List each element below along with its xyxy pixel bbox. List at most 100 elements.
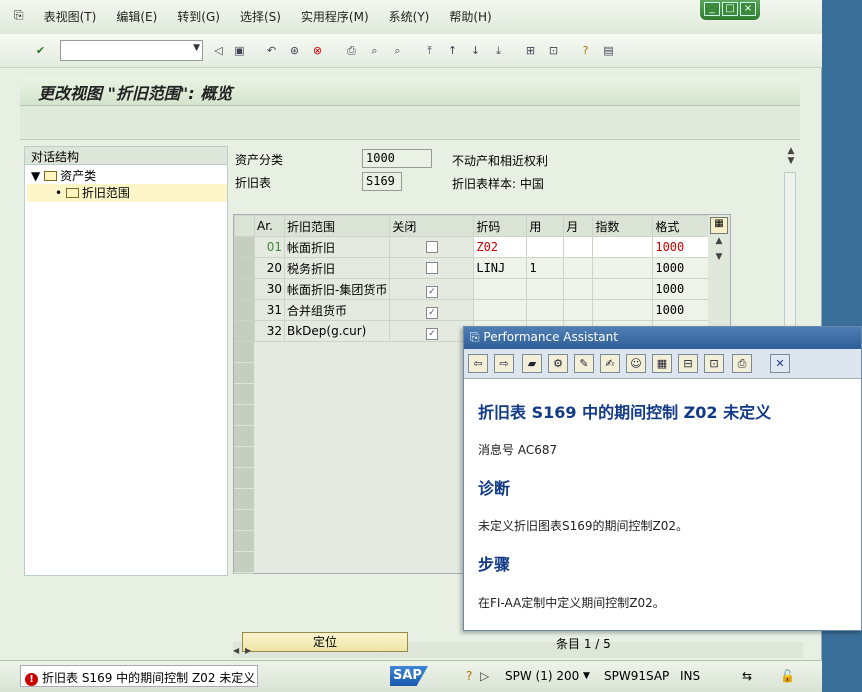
link-icon[interactable]: ⊡ bbox=[704, 354, 724, 373]
menu-item-help[interactable]: 帮助(H) bbox=[449, 8, 491, 25]
cell-index[interactable] bbox=[592, 278, 654, 300]
chevron-down-icon[interactable]: ▼ bbox=[193, 43, 200, 53]
column-config-icon[interactable]: ▦ bbox=[710, 217, 728, 234]
close-window-button[interactable]: × bbox=[740, 2, 756, 16]
table-icon[interactable]: ▦ bbox=[652, 354, 672, 373]
cell-use[interactable] bbox=[526, 236, 565, 258]
menu-item-goto[interactable]: 转到(G) bbox=[177, 8, 220, 25]
table-row[interactable]: 30 帐面折旧-集团货币 ✓ 1000 bbox=[234, 278, 710, 300]
scroll-right-icon[interactable]: ▶ bbox=[245, 646, 251, 655]
find-next-icon[interactable]: ⌕ bbox=[389, 42, 406, 59]
row-selector[interactable] bbox=[234, 299, 255, 321]
cell-format[interactable]: 1000 bbox=[652, 299, 710, 321]
table-row[interactable]: 20 税务折旧 LINJ 1 1000 bbox=[234, 257, 710, 279]
table-scrollbar[interactable]: ▦ ▲ ▼ bbox=[708, 215, 730, 325]
tag-icon[interactable]: ⊟ bbox=[678, 354, 698, 373]
tree-node-asset-class[interactable]: ▼ 资产类 bbox=[31, 167, 96, 184]
close-icon[interactable]: ✕ bbox=[770, 354, 790, 373]
cell-month[interactable] bbox=[563, 257, 594, 279]
checkbox-checked[interactable]: ✓ bbox=[425, 306, 438, 319]
cell-index[interactable] bbox=[592, 257, 654, 279]
checkbox[interactable] bbox=[425, 241, 438, 253]
edit-icon[interactable]: ✎ bbox=[574, 354, 594, 373]
enter-check-icon[interactable]: ✔ bbox=[32, 42, 49, 59]
exit-icon[interactable]: ⊛ bbox=[286, 42, 303, 59]
comment-icon[interactable]: ✍ bbox=[600, 354, 620, 373]
print-icon[interactable]: ⎙ bbox=[732, 354, 752, 373]
cell-closed[interactable] bbox=[389, 257, 475, 279]
col-closed[interactable]: 关闭 bbox=[389, 215, 475, 237]
col-month[interactable]: 月 bbox=[563, 215, 594, 237]
scroll-up-icon[interactable]: ▲ bbox=[784, 146, 798, 156]
command-field[interactable]: ▼ bbox=[60, 40, 203, 61]
table-row[interactable]: 01 帐面折旧 Z02 1000 bbox=[234, 236, 710, 258]
select-all-cell[interactable] bbox=[234, 215, 255, 237]
print-icon[interactable]: ⎙ bbox=[343, 42, 360, 59]
cell-month[interactable] bbox=[563, 236, 594, 258]
table-row[interactable]: 31 合并组货币 ✓ 1000 bbox=[234, 299, 710, 321]
book-icon[interactable]: ▰ bbox=[522, 354, 542, 373]
cell-format[interactable]: 1000 bbox=[652, 236, 710, 258]
scroll-down-icon[interactable]: ▼ bbox=[784, 156, 798, 166]
cell-closed[interactable]: ✓ bbox=[389, 299, 475, 321]
cell-month[interactable] bbox=[563, 278, 594, 300]
cancel-icon[interactable]: ⊗ bbox=[309, 42, 326, 59]
lock-icon[interactable]: 🔓 bbox=[780, 669, 795, 683]
insert-mode[interactable]: INS bbox=[680, 669, 700, 683]
menu-item-select[interactable]: 选择(S) bbox=[240, 8, 281, 25]
status-message[interactable]: ! 折旧表 S169 中的期间控制 Z02 未定义 bbox=[20, 665, 258, 687]
row-selector[interactable] bbox=[234, 257, 255, 279]
layout-icon[interactable]: ▤ bbox=[600, 42, 617, 59]
cell-closed[interactable]: ✓ bbox=[389, 320, 475, 342]
cell-month[interactable] bbox=[563, 299, 594, 321]
cell-key[interactable] bbox=[473, 278, 528, 300]
col-ar[interactable]: Ar. bbox=[254, 215, 285, 237]
col-key[interactable]: 折码 bbox=[473, 215, 528, 237]
help-icon[interactable]: ? bbox=[466, 669, 472, 683]
session-info[interactable]: SPW (1) 200 bbox=[505, 669, 579, 683]
cell-key[interactable]: Z02 bbox=[473, 236, 528, 258]
scroll-up-icon[interactable]: ▲ bbox=[708, 236, 730, 246]
menu-item-utilities[interactable]: 实用程序(M) bbox=[301, 8, 369, 25]
technical-info-icon[interactable]: ⚙ bbox=[548, 354, 568, 373]
play-icon[interactable]: ▷ bbox=[480, 669, 489, 683]
next-page-icon[interactable]: ↓ bbox=[467, 42, 484, 59]
col-use[interactable]: 用 bbox=[526, 215, 565, 237]
scroll-left-icon[interactable]: ◀ bbox=[233, 646, 239, 655]
col-name[interactable]: 折旧范围 bbox=[283, 215, 391, 237]
chevron-down-icon[interactable]: ▼ bbox=[583, 671, 590, 681]
user-icon[interactable]: ☺ bbox=[626, 354, 646, 373]
back-arrow-icon[interactable]: ◁ bbox=[210, 42, 227, 59]
row-selector[interactable] bbox=[234, 236, 255, 258]
cell-format[interactable]: 1000 bbox=[652, 278, 710, 300]
cell-closed[interactable] bbox=[389, 236, 475, 258]
checkbox-checked[interactable]: ✓ bbox=[425, 285, 438, 298]
help-icon[interactable]: ? bbox=[577, 42, 594, 59]
cell-use[interactable]: 1 bbox=[526, 257, 565, 279]
cell-closed[interactable]: ✓ bbox=[389, 278, 475, 300]
cell-key[interactable] bbox=[473, 299, 528, 321]
col-index[interactable]: 指数 bbox=[592, 215, 654, 237]
cell-use[interactable] bbox=[526, 278, 565, 300]
settings-icon[interactable]: ⇆ bbox=[742, 669, 752, 683]
tree-expand-icon[interactable]: ▼ bbox=[31, 169, 40, 183]
chart-of-depreciation-field[interactable]: S169 bbox=[362, 172, 402, 191]
menu-icon[interactable]: ⎘ bbox=[14, 8, 24, 25]
tree-node-depreciation-area[interactable]: • 折旧范围 bbox=[27, 184, 227, 202]
cell-key[interactable]: LINJ bbox=[473, 257, 528, 279]
find-icon[interactable]: ⌕ bbox=[366, 42, 383, 59]
asset-class-field[interactable]: 1000 bbox=[362, 149, 432, 168]
position-button[interactable]: 定位 bbox=[242, 632, 408, 652]
checkbox[interactable] bbox=[425, 262, 438, 274]
back-arrow-icon[interactable]: ⇦ bbox=[468, 354, 488, 373]
menu-item-system[interactable]: 系统(Y) bbox=[389, 8, 430, 25]
first-page-icon[interactable]: ⤒ bbox=[421, 42, 438, 59]
forward-arrow-icon[interactable]: ⇨ bbox=[494, 354, 514, 373]
row-selector[interactable] bbox=[234, 278, 255, 300]
cell-index[interactable] bbox=[592, 236, 654, 258]
back-icon[interactable]: ↶ bbox=[263, 42, 280, 59]
menu-item-edit[interactable]: 编辑(E) bbox=[116, 8, 157, 25]
cell-use[interactable] bbox=[526, 299, 565, 321]
col-format[interactable]: 格式 bbox=[652, 215, 710, 237]
minimize-button[interactable]: _ bbox=[704, 2, 720, 16]
